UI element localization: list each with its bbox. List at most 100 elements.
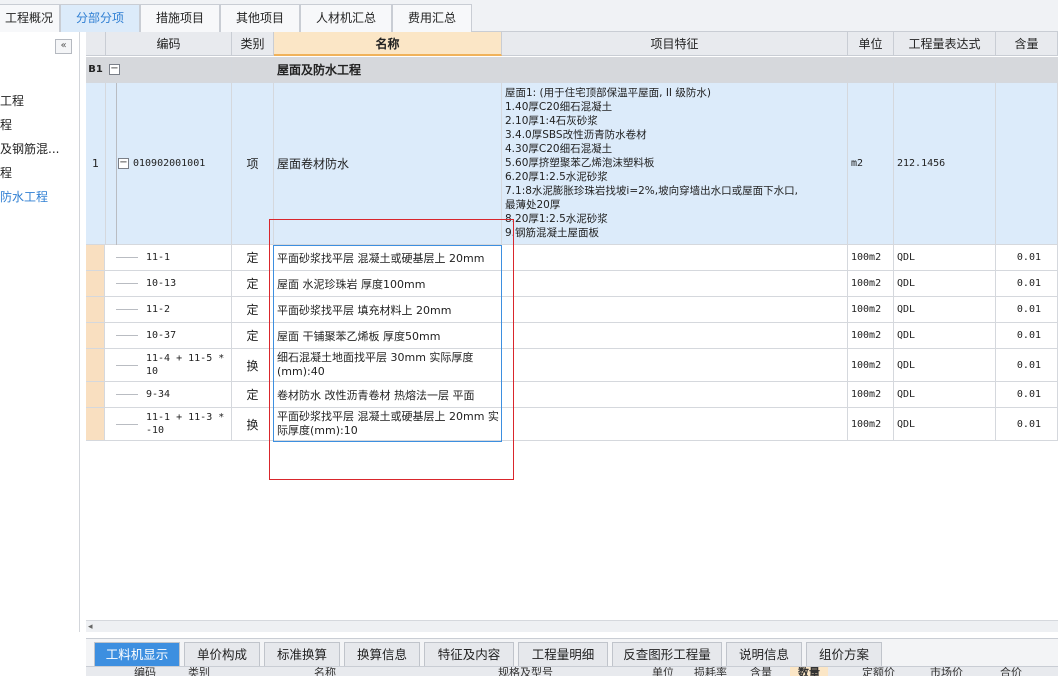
main-type[interactable]: 项 xyxy=(232,83,274,244)
detail-header-unit[interactable]: 单位 xyxy=(652,667,674,676)
sub-type[interactable]: 换 xyxy=(232,349,274,381)
group-row[interactable]: B1 − 屋面及防水工程 xyxy=(86,57,1058,83)
sub-features[interactable] xyxy=(502,271,848,296)
sub-expr[interactable]: QDL xyxy=(894,349,996,381)
detail-header-quota-price[interactable]: 定额价 xyxy=(862,667,895,676)
main-expr[interactable]: 212.1456 xyxy=(894,83,996,244)
tree-item-2[interactable]: 程 xyxy=(0,116,12,133)
collapse-icon[interactable]: − xyxy=(118,158,129,169)
detail-header-code[interactable]: 编码 xyxy=(134,667,156,676)
tab-features-content[interactable]: 特征及内容 xyxy=(424,642,514,667)
detail-header-spec[interactable]: 规格及型号 xyxy=(498,667,553,676)
tab-pricing-plan[interactable]: 组价方案 xyxy=(806,642,882,667)
sub-code[interactable]: 11-4 + 11-5 * 10 xyxy=(146,349,232,381)
table-row[interactable]: 11-1 + 11-3 * -10 换 平面砂浆找平层 混凝土或硬基层上 20m… xyxy=(86,408,1058,441)
table-row[interactable]: 11-1 定 平面砂浆找平层 混凝土或硬基层上 20mm 100m2 QDL 0… xyxy=(86,245,1058,271)
header-code[interactable]: 编码 xyxy=(106,32,232,56)
header-name[interactable]: 名称 xyxy=(274,32,502,56)
sub-qty[interactable]: 0.01 xyxy=(996,271,1058,296)
sub-qty[interactable]: 0.01 xyxy=(996,408,1058,440)
tab-project-overview[interactable]: 工程概况 xyxy=(0,4,60,32)
sub-qty[interactable]: 0.01 xyxy=(996,245,1058,270)
tab-standard-conversion[interactable]: 标准换算 xyxy=(264,642,340,667)
tree-item-roofing-waterproof[interactable]: 防水工程 xyxy=(0,188,48,205)
sub-unit[interactable]: 100m2 xyxy=(848,271,894,296)
sub-type[interactable]: 定 xyxy=(232,297,274,322)
tab-unit-price-composition[interactable]: 单价构成 xyxy=(184,642,260,667)
tab-reverse-graphic-quantity[interactable]: 反查图形工程量 xyxy=(612,642,722,667)
horizontal-scrollbar[interactable]: ◂ xyxy=(86,620,1058,632)
detail-header-loss[interactable]: 损耗率 xyxy=(694,667,727,676)
sub-expr[interactable]: QDL xyxy=(894,245,996,270)
header-content[interactable]: 含量 xyxy=(996,32,1058,56)
sub-type[interactable]: 定 xyxy=(232,323,274,348)
sub-unit[interactable]: 100m2 xyxy=(848,349,894,381)
sub-code[interactable]: 11-1 xyxy=(146,245,232,270)
sub-type[interactable]: 定 xyxy=(232,245,274,270)
sub-type[interactable]: 定 xyxy=(232,271,274,296)
tab-labor-material-display[interactable]: 工料机显示 xyxy=(94,642,180,667)
table-row[interactable]: 9-34 定 卷材防水 改性沥青卷材 热熔法一层 平面 100m2 QDL 0.… xyxy=(86,382,1058,408)
sub-code[interactable]: 10-37 xyxy=(146,323,232,348)
sub-expr[interactable]: QDL xyxy=(894,323,996,348)
sub-qty[interactable]: 0.01 xyxy=(996,323,1058,348)
tab-conversion-info[interactable]: 换算信息 xyxy=(344,642,420,667)
main-features[interactable]: 屋面1: (用于住宅顶部保温平屋面, II 级防水) 1.40厚C20细石混凝土… xyxy=(502,83,848,244)
tree-item-3[interactable]: 及钢筋混... xyxy=(0,140,59,157)
sub-unit[interactable]: 100m2 xyxy=(848,323,894,348)
sub-features[interactable] xyxy=(502,408,848,440)
table-row[interactable]: 10-13 定 屋面 水泥珍珠岩 厚度100mm 100m2 QDL 0.01 xyxy=(86,271,1058,297)
detail-header-quantity[interactable]: 数量 xyxy=(790,667,828,676)
tab-sub-items[interactable]: 分部分项 xyxy=(60,4,140,32)
header-unit[interactable]: 单位 xyxy=(848,32,894,56)
sub-unit[interactable]: 100m2 xyxy=(848,245,894,270)
header-features[interactable]: 项目特征 xyxy=(502,32,848,56)
header-type[interactable]: 类别 xyxy=(232,32,274,56)
sub-qty[interactable]: 0.01 xyxy=(996,382,1058,407)
tab-description-info[interactable]: 说明信息 xyxy=(726,642,802,667)
collapse-panel-button[interactable]: « xyxy=(55,39,72,54)
sub-features[interactable] xyxy=(502,297,848,322)
tab-cost-summary[interactable]: 费用汇总 xyxy=(392,4,472,32)
scroll-left-icon[interactable]: ◂ xyxy=(88,622,93,632)
tab-labor-material-machine[interactable]: 人材机汇总 xyxy=(300,4,392,32)
sub-code[interactable]: 10-13 xyxy=(146,271,232,296)
main-code-cell[interactable]: − 010902001001 xyxy=(106,83,232,244)
sub-unit[interactable]: 100m2 xyxy=(848,408,894,440)
sub-features[interactable] xyxy=(502,349,848,381)
collapse-icon[interactable]: − xyxy=(109,64,120,75)
detail-header-total[interactable]: 合价 xyxy=(1000,667,1022,676)
table-row[interactable]: 11-4 + 11-5 * 10 换 细石混凝土地面找平层 30mm 实际厚度(… xyxy=(86,349,1058,382)
detail-header-market-price[interactable]: 市场价 xyxy=(930,667,963,676)
sub-expr[interactable]: QDL xyxy=(894,271,996,296)
sub-code[interactable]: 9-34 xyxy=(146,382,232,407)
sub-expr[interactable]: QDL xyxy=(894,297,996,322)
tab-measures[interactable]: 措施项目 xyxy=(140,4,220,32)
table-row[interactable]: 10-37 定 屋面 干铺聚苯乙烯板 厚度50mm 100m2 QDL 0.01 xyxy=(86,323,1058,349)
tab-other-items[interactable]: 其他项目 xyxy=(220,4,300,32)
sub-features[interactable] xyxy=(502,323,848,348)
sub-code[interactable]: 11-1 + 11-3 * -10 xyxy=(146,408,232,440)
header-expression[interactable]: 工程量表达式 xyxy=(894,32,996,56)
sub-qty[interactable]: 0.01 xyxy=(996,297,1058,322)
main-unit[interactable]: m2 xyxy=(848,83,894,244)
tree-item-4[interactable]: 程 xyxy=(0,164,12,181)
detail-header-content[interactable]: 含量 xyxy=(750,667,772,676)
tree-item-1[interactable]: 工程 xyxy=(0,92,24,109)
table-row[interactable]: 11-2 定 平面砂浆找平层 填充材料上 20mm 100m2 QDL 0.01 xyxy=(86,297,1058,323)
tab-quantity-details[interactable]: 工程量明细 xyxy=(518,642,608,667)
main-qty[interactable] xyxy=(996,83,1058,244)
sub-qty[interactable]: 0.01 xyxy=(996,349,1058,381)
sub-expr[interactable]: QDL xyxy=(894,408,996,440)
sub-code[interactable]: 11-2 xyxy=(146,297,232,322)
sub-features[interactable] xyxy=(502,245,848,270)
main-bill-row[interactable]: 1 − 010902001001 项 屋面卷材防水 屋面1: (用于住宅顶部保温… xyxy=(86,83,1058,245)
sub-unit[interactable]: 100m2 xyxy=(848,382,894,407)
sub-type[interactable]: 换 xyxy=(232,408,274,440)
detail-header-type[interactable]: 类别 xyxy=(188,667,210,676)
sub-features[interactable] xyxy=(502,382,848,407)
sub-unit[interactable]: 100m2 xyxy=(848,297,894,322)
detail-header-name[interactable]: 名称 xyxy=(314,667,336,676)
sub-type[interactable]: 定 xyxy=(232,382,274,407)
sub-expr[interactable]: QDL xyxy=(894,382,996,407)
